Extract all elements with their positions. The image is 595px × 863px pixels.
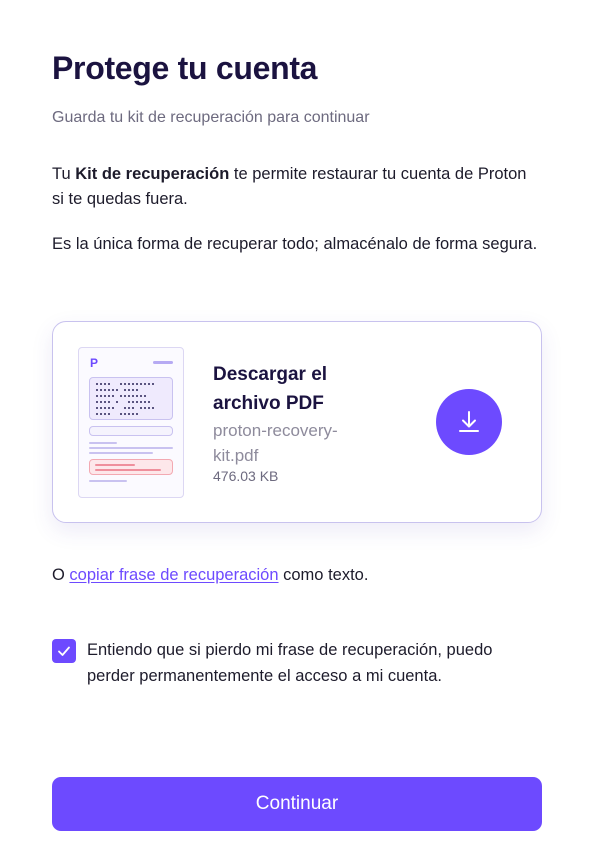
recovery-kit-page: Protege tu cuenta Guarda tu kit de recup… xyxy=(0,0,595,863)
intro-paragraph-1: Tu Kit de recuperación te permite restau… xyxy=(52,162,542,212)
copy-phrase-text: O copiar frase de recuperación como text… xyxy=(52,566,368,585)
recovery-kit-term: Kit de recuperación xyxy=(75,165,230,183)
preview-dots-icon xyxy=(96,383,154,415)
preview-warning-line xyxy=(95,469,161,471)
intro-text-prefix: Tu xyxy=(52,165,76,183)
copy-recovery-phrase-link[interactable]: copiar frase de recuperación xyxy=(69,566,278,584)
preview-header-line xyxy=(153,361,173,364)
page-subtitle: Guarda tu kit de recuperación para conti… xyxy=(52,109,370,126)
preview-text-line xyxy=(89,480,127,482)
preview-warning-line xyxy=(95,464,135,466)
confirmation-checkbox[interactable] xyxy=(52,639,76,663)
download-card: P Descargar el archivo PDF proton-recove… xyxy=(52,321,542,523)
intro-paragraph-2: Es la única forma de recuperar todo; alm… xyxy=(52,235,538,253)
page-title: Protege tu cuenta xyxy=(52,50,318,86)
confirmation-label[interactable]: Entiendo que si pierdo mi frase de recup… xyxy=(87,637,527,689)
preview-warning-box xyxy=(89,459,173,475)
proton-logo-icon: P xyxy=(90,356,99,370)
preview-phrase-box xyxy=(89,377,173,420)
file-size: 476.03 KB xyxy=(213,468,279,484)
continue-button[interactable]: Continuar xyxy=(52,777,542,831)
pdf-preview-thumbnail: P xyxy=(78,347,184,498)
preview-text-line xyxy=(89,452,153,454)
file-name: proton-recovery-kit.pdf xyxy=(213,421,338,465)
download-button[interactable] xyxy=(436,389,502,455)
alt-prefix: O xyxy=(52,566,70,584)
preview-field xyxy=(89,426,173,436)
preview-text-line xyxy=(89,447,173,449)
download-icon xyxy=(459,411,479,432)
checkmark-icon xyxy=(58,646,70,656)
download-title: Descargar el archivo PDF xyxy=(213,364,328,414)
alt-suffix: como texto. xyxy=(278,566,369,584)
preview-text-line xyxy=(89,442,117,444)
